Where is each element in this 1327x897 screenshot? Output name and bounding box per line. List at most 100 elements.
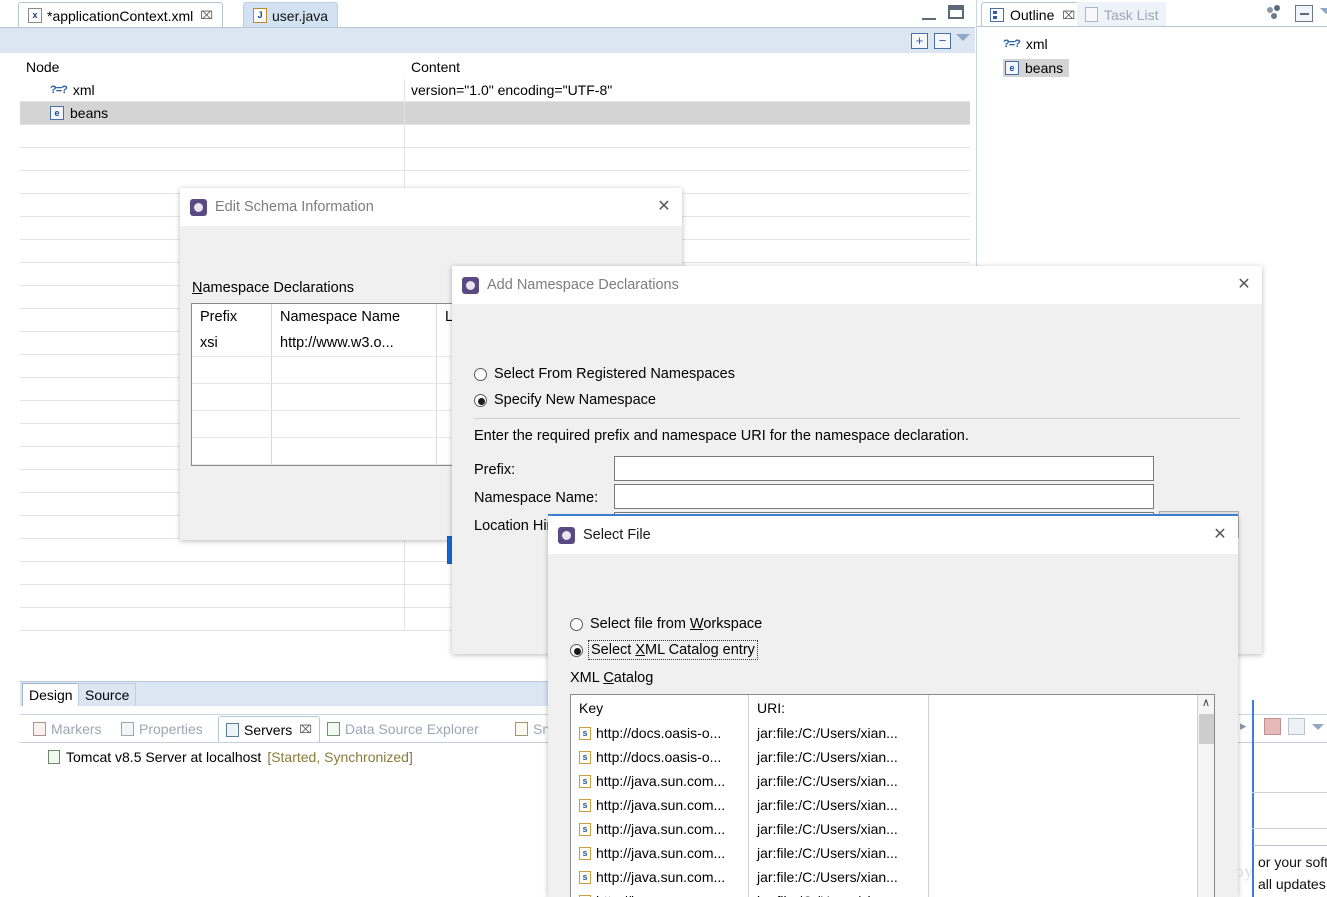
close-icon[interactable]: ⌧	[299, 723, 312, 736]
radio-select-xml-catalog-entry[interactable]: Select XML Catalog entry	[570, 640, 758, 660]
table-row[interactable]: s http://docs.oasis-o... jar:file:/C:/Use…	[571, 745, 1214, 769]
close-icon[interactable]: ⌧	[200, 9, 213, 22]
editor-tab-label: user.java	[272, 7, 329, 24]
radio-specify-new-namespace[interactable]: Specify New Namespace	[474, 392, 656, 408]
notification-popup[interactable]: or your soft all updates.	[1252, 845, 1327, 897]
catalog-scrollbar[interactable]: ∧	[1197, 695, 1214, 897]
scroll-up-icon[interactable]: ∧	[1198, 695, 1214, 712]
tab-label: Data Source Explorer	[345, 721, 479, 737]
tab-data-source-explorer[interactable]: Data Source Explorer	[320, 716, 486, 742]
table-header: Key URI:	[571, 695, 1214, 721]
processing-instruction-icon: ?=?	[50, 84, 68, 96]
table-row[interactable]: shttp://java.sun.com... jar:file:/C:/Use…	[571, 769, 1214, 793]
tab-properties[interactable]: Properties	[114, 716, 210, 742]
table-row[interactable]: shttp://java.sun.com... jar:file:/C:/Use…	[571, 817, 1214, 841]
collapse-all-icon[interactable]: −	[934, 33, 951, 49]
cell-uri: jar:file:/C:/Users/xian...	[749, 745, 929, 769]
radio-icon	[570, 643, 583, 657]
radio-select-from-registered-namespaces[interactable]: Select From Registered Namespaces	[474, 366, 735, 382]
element-icon: e	[50, 106, 64, 120]
table-row[interactable]: shttp://java.sun.com... jar:file:/C:/Use…	[571, 793, 1214, 817]
scrollbar-thumb[interactable]	[1199, 714, 1214, 744]
outline-icon	[990, 8, 1004, 22]
radio-select-file-from-workspace[interactable]: Select file from Workspace	[570, 616, 762, 632]
radio-label: Select file from Workspace	[590, 616, 763, 632]
maximize-icon[interactable]	[948, 5, 964, 19]
editor-tab-label: *applicationContext.xml	[47, 7, 194, 24]
markers-icon	[33, 722, 46, 736]
editor-tab-user-java[interactable]: J user.java	[243, 2, 339, 28]
table-row[interactable]: e beans	[20, 101, 970, 125]
tab-outline[interactable]: Outline ⌧	[981, 2, 1085, 27]
table-row[interactable]: shttp://java.sun.com... jar:file:/C:/Use…	[571, 865, 1214, 889]
node-name: xml	[72, 82, 95, 98]
schema-file-icon: s	[579, 726, 591, 740]
namespace-name-input[interactable]	[614, 484, 1154, 509]
close-icon[interactable]: ✕	[656, 199, 672, 215]
tab-label: Servers	[244, 721, 293, 738]
outline-tab-bar: Outline ⌧ Task List	[977, 0, 1327, 27]
close-icon[interactable]: ✕	[1212, 527, 1228, 543]
outline-item-xml[interactable]: ?=? xml	[977, 32, 1327, 56]
tab-servers[interactable]: Servers ⌧	[218, 716, 320, 742]
close-icon[interactable]: ⌧	[1062, 9, 1075, 22]
collapse-all-icon[interactable]	[1295, 5, 1313, 22]
xml-catalog-table[interactable]: Key URI: s http://docs.oasis-o... jar:fil…	[570, 694, 1215, 897]
editor-toolbar: + −	[0, 28, 975, 54]
cell-key: http://java.sun.com...	[596, 797, 726, 813]
table-row-empty	[20, 147, 970, 171]
outline-item-beans[interactable]: e beans	[977, 56, 1327, 80]
sort-icon[interactable]	[1267, 5, 1285, 22]
view-menu-chevron-icon[interactable]	[1312, 723, 1324, 730]
start-icon[interactable]: ▸	[1240, 718, 1257, 735]
schema-file-icon: s	[579, 798, 591, 812]
cell-key: http://java.sun.com...	[596, 845, 726, 861]
table-row[interactable]: ?=? xml version="1.0" encoding="UTF-8"	[20, 78, 970, 102]
cell-uri: jar:file:/C:/Users/xian...	[749, 841, 929, 865]
dialog-title-bar: Add Namespace Declarations ✕	[452, 266, 1262, 304]
tab-label: Properties	[139, 721, 203, 737]
xml-catalog-label: XML Catalog	[570, 670, 654, 686]
table-row[interactable]: shttp://java.sun.com... jar:file:/C:/Use…	[571, 889, 1214, 897]
cell-key: http://docs.oasis-o...	[596, 749, 722, 765]
table-row[interactable]: shttp://java.sun.com... jar:file:/C:/Use…	[571, 841, 1214, 865]
view-menu-chevron-icon[interactable]	[1320, 8, 1327, 14]
column-header-uri: URI:	[749, 695, 929, 721]
schema-file-icon: s	[579, 750, 591, 764]
section-label-rest: amespace Declarations	[202, 280, 355, 296]
editor-tab-applicationcontext-xml[interactable]: x *applicationContext.xml ⌧	[18, 2, 223, 28]
tab-source[interactable]: Source	[78, 683, 137, 706]
server-name: Tomcat v8.5 Server at localhost	[66, 749, 262, 765]
cell-uri: jar:file:/C:/Users/xian...	[749, 889, 929, 897]
view-menu-chevron-icon[interactable]	[956, 34, 970, 41]
schema-file-icon: s	[579, 774, 591, 788]
snippets-icon	[515, 722, 528, 736]
editor-tab-bar: x *applicationContext.xml ⌧ J user.java	[0, 0, 975, 28]
cell-uri: jar:file:/C:/Users/xian...	[749, 865, 929, 889]
data-source-explorer-icon	[327, 722, 340, 736]
table-row[interactable]: s http://docs.oasis-o... jar:file:/C:/Use…	[571, 721, 1214, 745]
tab-markers[interactable]: Markers	[26, 716, 109, 742]
tab-label: Outline	[1010, 7, 1055, 23]
cell-key: http://docs.oasis-o...	[596, 725, 722, 741]
eclipse-gear-icon	[558, 526, 575, 544]
minimize-icon[interactable]	[922, 8, 936, 20]
server-state: [Started, Synchronized]	[267, 749, 413, 765]
expand-all-icon[interactable]: +	[911, 33, 928, 49]
outline-item-label: beans	[1025, 60, 1064, 76]
stop-icon[interactable]	[1264, 718, 1281, 735]
tab-task-list[interactable]: Task List	[1077, 2, 1167, 27]
column-header-key: Key	[571, 695, 749, 721]
prefix-input[interactable]	[614, 456, 1154, 481]
tab-design[interactable]: Design	[22, 683, 80, 706]
tab-label: Task List	[1104, 6, 1159, 23]
publish-icon[interactable]	[1288, 718, 1305, 735]
outline-item-label: xml	[1025, 36, 1048, 52]
column-header-namespace-name: Namespace Name	[272, 304, 437, 330]
select-file-dialog: Select File ✕ Select file from Workspace…	[548, 514, 1238, 897]
java-file-icon: J	[253, 8, 267, 23]
schema-file-icon: s	[579, 870, 591, 884]
servers-icon	[226, 722, 239, 737]
close-icon[interactable]: ✕	[1236, 277, 1252, 293]
notification-line-1: or your soft	[1258, 854, 1327, 870]
